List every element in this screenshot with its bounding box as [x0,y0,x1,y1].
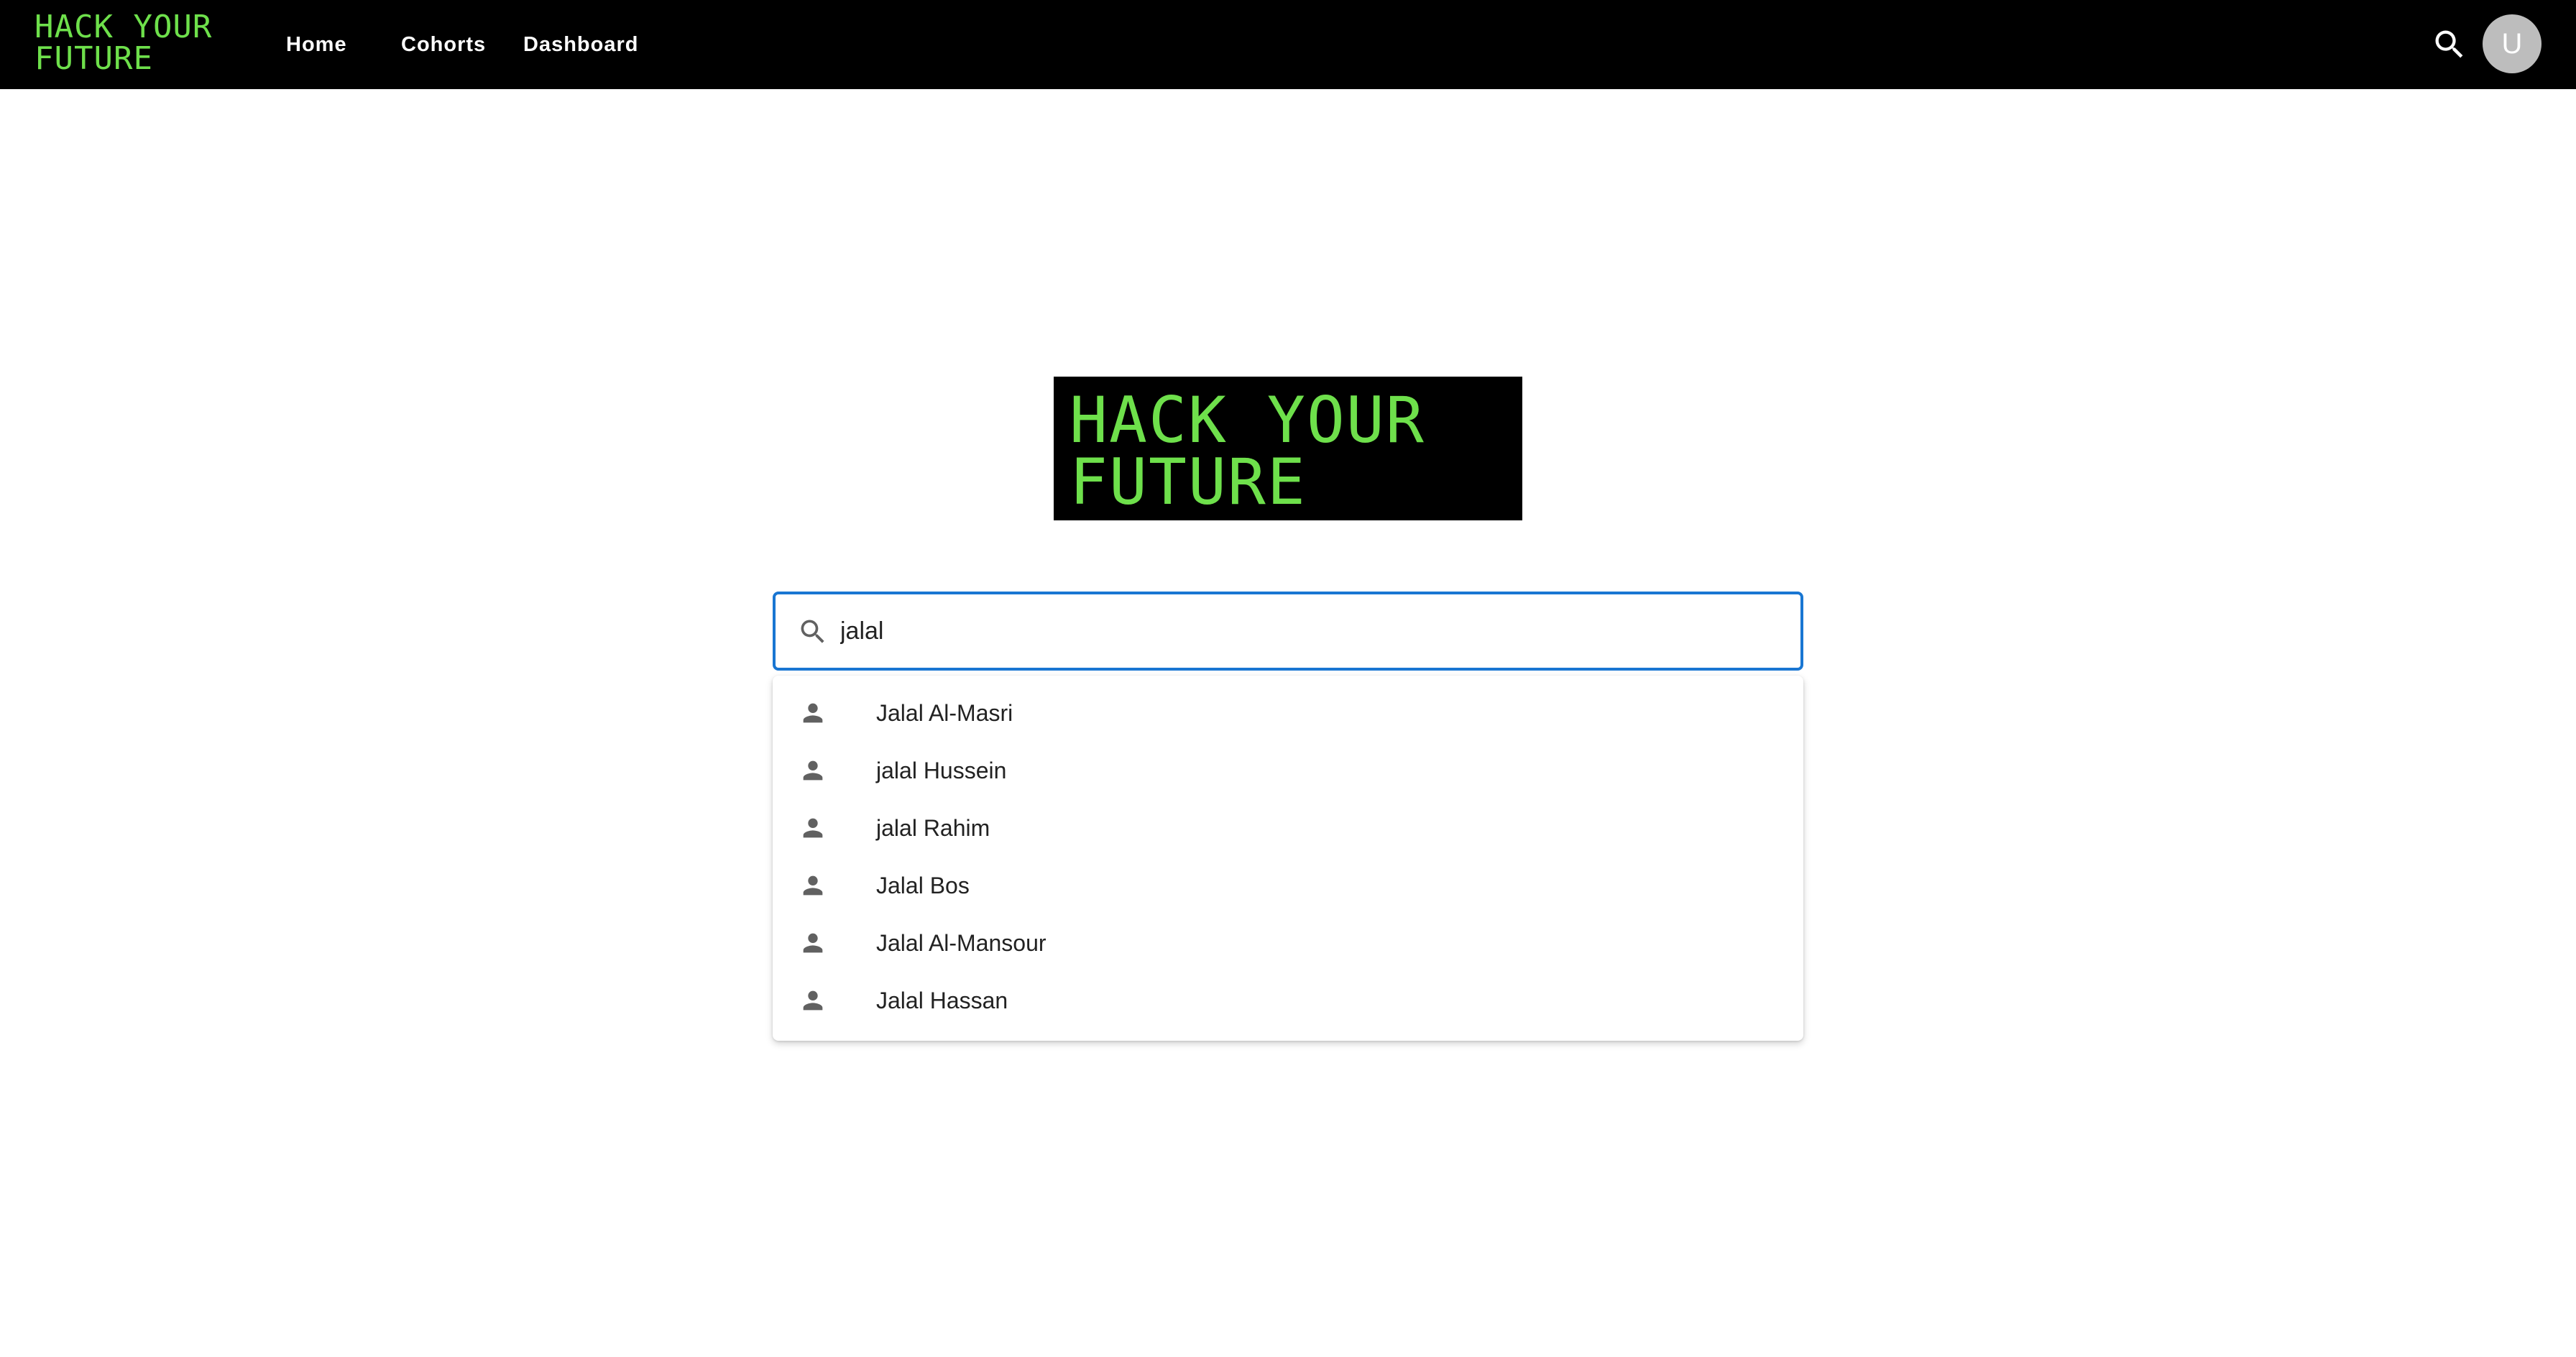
result-option-label: Jalal Hassan [876,988,1008,1013]
hero-logo: HACK YOUR FUTURE [1054,377,1522,520]
top-navbar: HACK YOUR FUTURE Home Cohorts Dashboard … [0,0,2576,89]
result-option-label: jalal Rahim [876,815,990,841]
result-option-label: Jalal Bos [876,873,970,898]
result-option-label: Jalal Al-Mansour [876,930,1046,956]
nav-logo-line1: HACK YOUR [34,9,213,45]
result-option-label: Jalal Al-Masri [876,700,1013,726]
search-results-dropdown: Jalal Al-Masri jalal Hussein jalal Rahim… [773,676,1803,1041]
search-icon [2435,30,2463,58]
hero-logo-line1: HACK YOUR [1070,383,1425,457]
person-icon [803,933,823,953]
hero-logo-line2: FUTURE [1070,445,1307,519]
nav-search-button[interactable] [2431,26,2468,63]
person-icon [803,875,823,896]
search-input[interactable] [840,602,1775,661]
person-icon [803,818,823,838]
result-option[interactable]: jalal Rahim [773,799,1803,857]
search-box[interactable] [773,592,1803,671]
nav-link-dashboard[interactable]: Dashboard [523,29,638,60]
result-option-label: jalal Hussein [876,758,1007,783]
person-icon [803,760,823,781]
result-option[interactable]: Jalal Al-Mansour [773,914,1803,972]
user-avatar[interactable]: U [2483,14,2542,73]
nav-logo-line2: FUTURE [34,40,153,77]
person-icon [803,703,823,723]
nav-logo[interactable]: HACK YOUR FUTURE [34,12,243,78]
person-icon [803,990,823,1011]
result-option[interactable]: jalal Hussein [773,742,1803,799]
nav-link-cohorts[interactable]: Cohorts [401,29,486,60]
search-icon [801,620,824,643]
result-option[interactable]: Jalal Hassan [773,972,1803,1029]
result-option[interactable]: Jalal Bos [773,857,1803,914]
nav-link-home[interactable]: Home [286,29,347,60]
result-option[interactable]: Jalal Al-Masri [773,684,1803,742]
